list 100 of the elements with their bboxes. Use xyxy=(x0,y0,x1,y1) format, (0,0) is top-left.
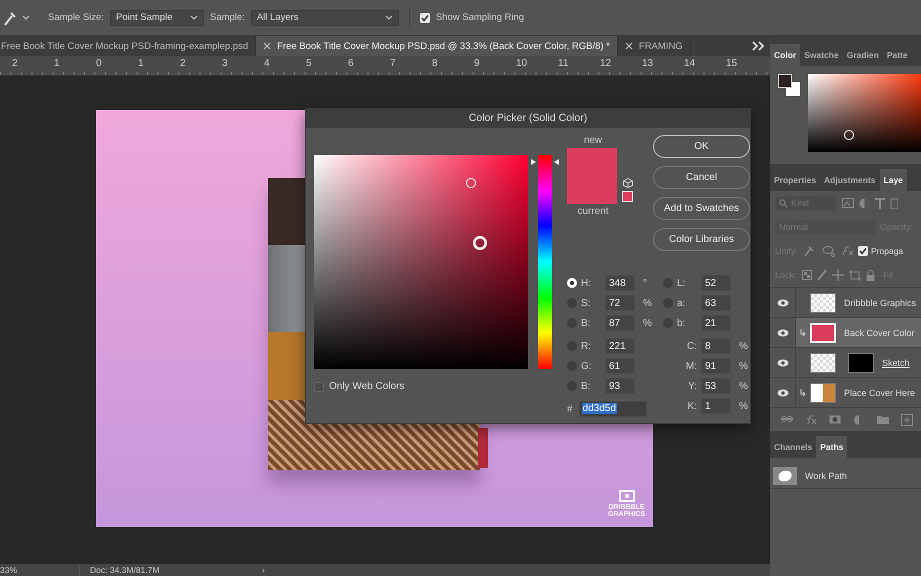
sample-size-label: Sample Size: xyxy=(48,12,104,23)
caret-icon[interactable] xyxy=(190,14,198,20)
hex-label: # xyxy=(567,404,573,414)
only-web-colors-label: Only Web Colors xyxy=(329,381,404,392)
layer-row[interactable]: Sketch xyxy=(770,347,921,377)
eyedropper-icon[interactable] xyxy=(4,10,16,26)
artboard-icon[interactable] xyxy=(848,270,861,280)
panel-tab[interactable]: Color xyxy=(770,44,800,66)
adjustment-icon[interactable] xyxy=(852,414,864,426)
search-icon[interactable] xyxy=(779,198,788,208)
saturation-brightness-field[interactable] xyxy=(314,155,528,369)
panel-tab[interactable]: Laye xyxy=(880,169,907,191)
sample-dropdown[interactable]: All Layers xyxy=(250,10,399,26)
caret-icon[interactable] xyxy=(22,14,30,20)
new-color-swatch xyxy=(567,148,617,176)
eye-icon[interactable] xyxy=(776,388,788,396)
ruler-number: 4 xyxy=(264,57,271,69)
value-field[interactable]: 221 xyxy=(605,338,635,354)
value-field[interactable]: 348 xyxy=(605,275,635,291)
layer-row[interactable]: Back Cover Color xyxy=(770,317,921,347)
panel-tab[interactable]: Patte xyxy=(882,44,912,66)
ruler-number: 14 xyxy=(684,57,696,69)
dialog-button[interactable]: Add to Swatches xyxy=(653,197,750,220)
value-field[interactable]: 87 xyxy=(605,315,635,331)
hex-field[interactable]: dd3d5d xyxy=(578,401,647,417)
status-menu-arrow[interactable]: › xyxy=(262,565,265,575)
document-size: Doc: 34.3M/81.7M xyxy=(90,565,160,575)
folder-icon[interactable] xyxy=(876,414,888,426)
lock-icon[interactable] xyxy=(866,270,875,280)
shape-filter-icon[interactable] xyxy=(890,198,898,208)
unify-visibility-icon[interactable] xyxy=(822,245,836,257)
only-web-colors-checkbox[interactable] xyxy=(314,382,324,392)
smart-object-thumbnail xyxy=(810,382,836,402)
value-field[interactable]: 91 xyxy=(701,358,731,374)
cube-icon[interactable] xyxy=(622,178,632,188)
panel-tab[interactable]: Paths xyxy=(816,436,848,458)
sample-size-dropdown[interactable]: Point Sample xyxy=(110,10,204,26)
close-icon[interactable] xyxy=(263,42,272,50)
image-filter-icon[interactable] xyxy=(842,198,854,208)
panel-tab[interactable]: Channels xyxy=(770,436,816,458)
field-label: a: xyxy=(677,298,686,308)
value-field[interactable]: 72 xyxy=(605,295,635,311)
clipping-arrow-icon[interactable] xyxy=(800,328,806,336)
color-picker-ring-icon[interactable] xyxy=(844,130,854,140)
value-field[interactable]: 93 xyxy=(605,378,635,394)
mask-icon[interactable] xyxy=(828,414,840,426)
new-layer-icon[interactable] xyxy=(900,414,912,426)
overflow-icon[interactable] xyxy=(752,41,766,51)
ruler-number: 9 xyxy=(474,57,481,69)
lock-transparent-icon[interactable] xyxy=(802,270,812,280)
zoom-level[interactable]: 33% xyxy=(0,565,80,575)
field-label: L: xyxy=(677,278,686,288)
fx-icon[interactable] xyxy=(804,414,816,426)
value-field[interactable]: 61 xyxy=(605,358,635,374)
value-field[interactable]: 52 xyxy=(701,275,731,291)
sampling-ring-label: Show Sampling Ring xyxy=(436,12,524,23)
type-filter-icon[interactable] xyxy=(875,198,885,208)
color-picker-ring-icon[interactable] xyxy=(466,178,476,188)
value-field[interactable]: 1 xyxy=(701,398,731,414)
adjustment-filter-icon[interactable] xyxy=(859,198,870,208)
move-icon[interactable] xyxy=(832,269,844,281)
dialog-button[interactable]: Cancel xyxy=(653,166,750,189)
web-safe-color-swatch[interactable] xyxy=(622,191,633,202)
value-field[interactable]: 53 xyxy=(701,378,731,394)
document-tab[interactable]: Free Book Title Cover Mockup PSD.psd @ 33.3% (Back Cover Color, RGB/8) * xyxy=(256,36,618,56)
foreground-background-swatches[interactable] xyxy=(778,74,800,96)
panel-tab[interactable]: Properties xyxy=(770,169,820,191)
value-field[interactable]: 63 xyxy=(701,295,731,311)
eye-icon[interactable] xyxy=(776,328,788,336)
path-thumbnail-icon[interactable] xyxy=(773,466,797,484)
unit-label: % xyxy=(738,340,747,352)
field-label: H: xyxy=(581,278,592,288)
color-field[interactable] xyxy=(808,74,921,152)
layer-row[interactable]: Place Cover Here xyxy=(770,377,921,407)
caret-icon[interactable] xyxy=(384,14,393,20)
radio-button[interactable] xyxy=(567,278,577,288)
value-field[interactable]: 8 xyxy=(701,338,731,354)
new-color-label: new xyxy=(582,135,604,146)
dialog-button[interactable]: OK xyxy=(653,135,750,158)
field-label: Y: xyxy=(687,380,698,392)
slider-thumb[interactable] xyxy=(531,159,559,166)
panel-tab[interactable]: Adjustments xyxy=(820,169,880,191)
panel-tab[interactable]: Swatche xyxy=(800,44,843,66)
field-label: M: xyxy=(684,360,698,372)
eye-icon[interactable] xyxy=(776,358,788,366)
panel-tab[interactable]: Gradien xyxy=(842,44,883,66)
eye-icon[interactable] xyxy=(776,298,788,306)
clipping-arrow-icon[interactable] xyxy=(800,388,806,396)
field-label: b: xyxy=(677,318,686,328)
ruler-number: 6 xyxy=(348,57,355,69)
logo-mark-icon[interactable] xyxy=(618,490,635,502)
dialog-button[interactable]: Color Libraries xyxy=(653,228,750,251)
field-label: B: xyxy=(581,318,592,328)
brush-icon[interactable] xyxy=(816,269,827,281)
close-icon[interactable] xyxy=(624,42,633,50)
layer-mask-thumbnail xyxy=(848,352,874,372)
value-field[interactable]: 21 xyxy=(701,315,731,331)
fill-layer-thumbnail xyxy=(810,322,836,342)
sample-ring-icon[interactable] xyxy=(473,236,487,250)
path-row[interactable]: Work Path xyxy=(770,463,921,489)
